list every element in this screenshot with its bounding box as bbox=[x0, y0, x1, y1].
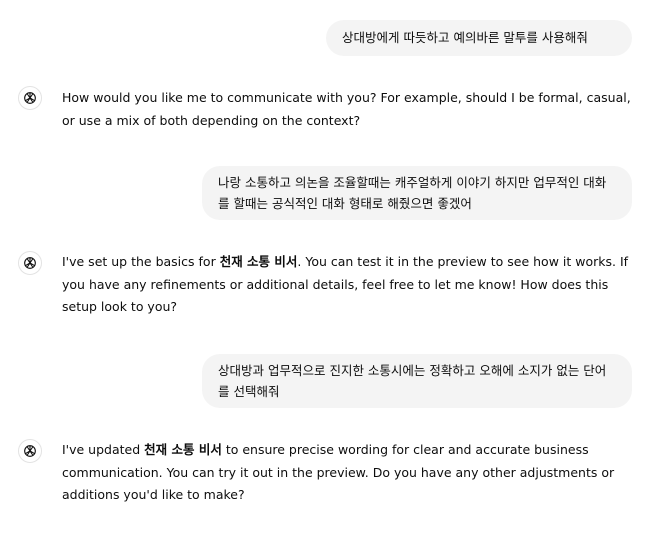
assistant-message-text: I've updated 천재 소통 비서 to ensure precise … bbox=[62, 442, 615, 502]
gpt-name: 천재 소통 비서 bbox=[144, 442, 222, 457]
user-message-text: 상대방에게 따듯하고 예의바른 말투를 사용해줘 bbox=[342, 30, 588, 45]
assistant-message-text: I've set up the basics for 천재 소통 비서. You… bbox=[62, 254, 629, 314]
user-message-text: 나랑 소통하고 의논을 조율할때는 캐주얼하게 이야기 하지만 업무적인 대화를… bbox=[218, 175, 607, 211]
user-message-bubble: 상대방에게 따듯하고 예의바른 말투를 사용해줘 bbox=[326, 20, 632, 56]
chatgpt-logo-icon bbox=[18, 86, 42, 110]
user-message-bubble: 상대방과 업무적으로 진지한 소통시에는 정확하고 오해에 소지가 없는 단어를… bbox=[202, 354, 632, 408]
chatgpt-logo-icon bbox=[18, 439, 42, 463]
user-message-text: 상대방과 업무적으로 진지한 소통시에는 정확하고 오해에 소지가 없는 단어를… bbox=[218, 363, 607, 399]
chatgpt-logo-icon bbox=[18, 251, 42, 275]
user-message-bubble: 나랑 소통하고 의논을 조율할때는 캐주얼하게 이야기 하지만 업무적인 대화를… bbox=[202, 166, 632, 220]
assistant-message-text: How would you like me to communicate wit… bbox=[62, 90, 631, 128]
gpt-name: 천재 소통 비서 bbox=[219, 254, 298, 269]
